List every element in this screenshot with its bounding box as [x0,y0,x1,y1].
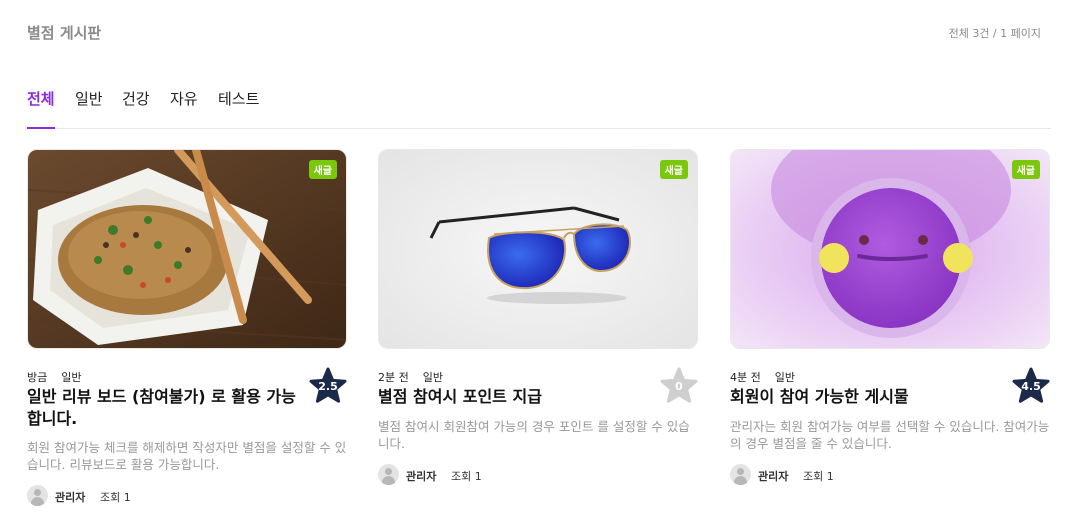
purple-face-photo[interactable]: 새글 [730,149,1050,349]
board-title: 별점 게시판 [27,24,102,42]
rating-value: 0 [675,380,683,393]
tab-health[interactable]: 건강 [122,88,150,129]
star-rating-badge: 0 [660,367,698,405]
category-tabs: 전체 일반 건강 자유 테스트 [27,88,1051,129]
avatar [378,464,399,485]
tab-all[interactable]: 전체 [27,88,55,129]
post-card[interactable]: 새글 4분 전 일반 회원이 참여 가능한 게시물 관리자는 회원 참여가능 여부… [730,149,1050,529]
new-badge: 새글 [659,160,688,179]
tab-general[interactable]: 일반 [75,88,103,129]
post-meta: 4분 전 일반 [730,369,795,385]
view-count: 조회 1 [100,491,131,504]
tab-free[interactable]: 자유 [170,88,198,129]
post-category[interactable]: 일반 [423,371,443,384]
star-rating-badge: 2.5 [309,367,347,405]
post-time: 방금 [27,371,48,384]
post-meta: 2분 전 일반 [378,369,443,385]
post-time: 2분 전 [378,371,409,384]
rating-value: 4.5 [1021,380,1041,393]
fried-rice-photo[interactable]: 새글 [27,149,347,349]
rating-value: 2.5 [318,380,338,393]
post-title[interactable]: 회원이 참여 가능한 게시물 [730,386,1000,408]
new-badge: 새글 [308,160,337,179]
board-header: 별점 게시판 전체 3건 / 1 페이지 [27,22,1041,44]
author-name[interactable]: 관리자 [406,468,436,484]
avatar [27,485,48,506]
post-time: 4분 전 [730,371,761,384]
post-title[interactable]: 일반 리뷰 보드 (참여불가) 로 활용 가능합니다. [27,386,297,430]
tab-test[interactable]: 테스트 [218,88,259,129]
view-count: 조회 1 [451,470,482,483]
author-name[interactable]: 관리자 [758,468,788,484]
new-badge: 새글 [1011,160,1040,179]
post-description: 회원 참여가능 체크를 해제하면 작성자만 별점을 설정할 수 있습니다. 리뷰… [27,440,347,472]
post-card[interactable]: 새글 2분 전 일반 별점 참여시 포인트 지급 별점 참여시 회원참여 가능의 … [378,149,698,529]
author-name[interactable]: 관리자 [55,489,85,505]
post-title[interactable]: 별점 참여시 포인트 지급 [378,386,648,408]
post-card[interactable]: 새글 방금 일반 일반 리뷰 보드 (참여불가) 로 활용 가능합니다. 회원 참… [27,149,347,529]
post-category[interactable]: 일반 [61,371,81,384]
sunglasses-photo[interactable]: 새글 [378,149,698,349]
star-rating-badge: 4.5 [1012,367,1050,405]
post-description: 별점 참여시 회원참여 가능의 경우 포인트 를 설정할 수 있습니다. [378,419,690,451]
post-category[interactable]: 일반 [775,371,795,384]
page-info: 전체 3건 / 1 페이지 [948,27,1041,40]
avatar [730,464,751,485]
view-count: 조회 1 [803,470,834,483]
post-description: 관리자는 회원 참여가능 여부를 선택할 수 있습니다. 참여가능의 경우 별점… [730,419,1050,451]
post-meta: 방금 일반 [27,369,82,385]
